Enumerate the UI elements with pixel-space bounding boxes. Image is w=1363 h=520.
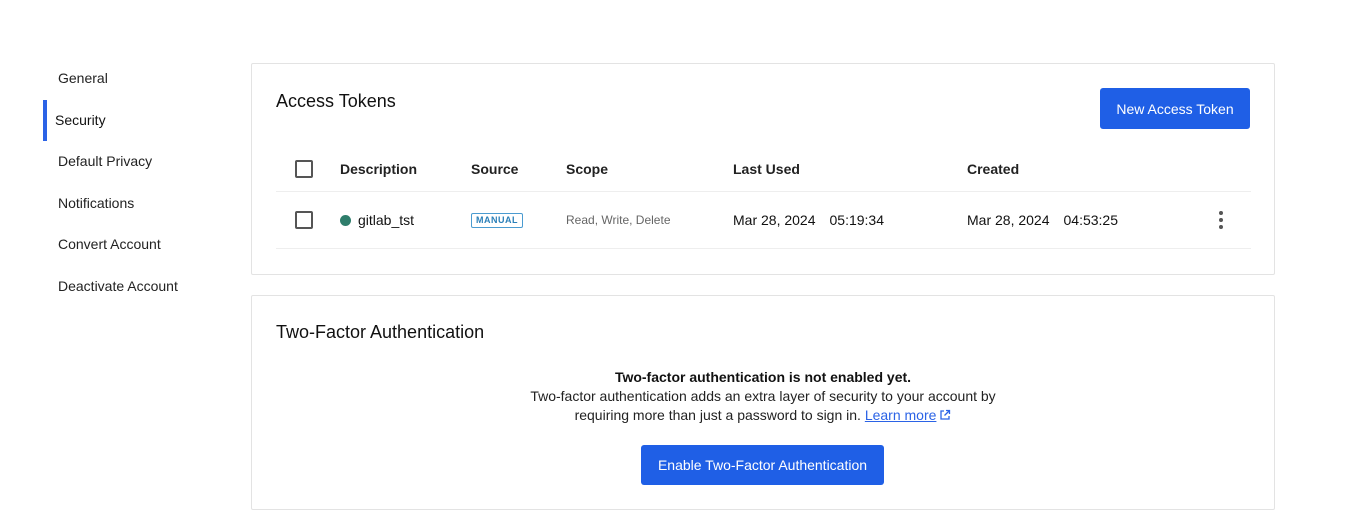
token-name: gitlab_tst [358,212,415,228]
last-used-date: Mar 28, 2024 [733,212,816,228]
column-header-scope[interactable]: Scope [566,146,608,191]
learn-more-link[interactable]: Learn more [865,407,937,423]
access-tokens-card: Access Tokens New Access Token Descripti… [251,63,1275,275]
two-factor-card: Two-Factor Authentication Two-factor aut… [251,295,1275,510]
new-access-token-button[interactable]: New Access Token [1100,88,1250,129]
token-description: gitlab_tst [340,192,414,248]
last-used-time: 05:19:34 [829,212,885,228]
settings-page: General Security Default Privacy Notific… [0,0,1363,520]
sidebar-item-default-privacy[interactable]: Default Privacy [43,141,233,183]
access-tokens-table: Description Source Scope Last Used Creat… [276,146,1251,249]
access-tokens-title: Access Tokens [276,91,396,111]
sidebar-item-notifications[interactable]: Notifications [43,183,233,225]
sidebar-item-convert-account[interactable]: Convert Account [43,224,233,266]
source-badge: MANUAL [471,212,523,228]
sidebar-item-security[interactable]: Security [43,99,233,141]
token-created: Mar 28, 2024 04:53:25 [967,192,1118,248]
sidebar-item-general[interactable]: General [43,58,233,100]
column-header-description[interactable]: Description [340,146,417,191]
more-options-icon[interactable] [1213,209,1229,231]
column-header-created[interactable]: Created [967,146,1019,191]
select-all-checkbox[interactable] [295,159,313,178]
sidebar-item-deactivate-account[interactable]: Deactivate Account [43,266,233,308]
row-checkbox[interactable] [295,211,313,229]
enable-two-factor-button[interactable]: Enable Two-Factor Authentication [641,445,884,485]
table-header: Description Source Scope Last Used Creat… [276,146,1251,192]
two-factor-title: Two-Factor Authentication [276,322,485,342]
token-last-used: Mar 28, 2024 05:19:34 [733,192,884,248]
status-dot-icon [340,214,351,226]
column-header-source[interactable]: Source [471,146,518,191]
column-header-last-used[interactable]: Last Used [733,146,800,191]
two-factor-description-block: Two-factor authentication adds an extra … [513,387,1013,426]
created-date: Mar 28, 2024 [967,212,1050,228]
two-factor-body: Two-factor authentication is not enabled… [252,368,1274,426]
token-scope: Read, Write, Delete [566,213,671,227]
external-link-icon [939,407,951,426]
settings-sidebar: General Security Default Privacy Notific… [43,58,233,307]
created-time: 04:53:25 [1063,212,1119,228]
two-factor-status: Two-factor authentication is not enabled… [614,369,912,385]
table-row: gitlab_tst MANUAL Read, Write, Delete Ma… [276,192,1251,249]
